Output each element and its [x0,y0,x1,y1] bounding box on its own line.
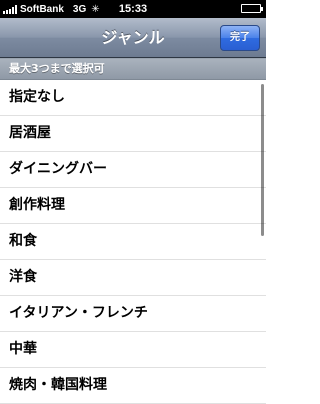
list-item[interactable]: 洋食 [0,260,266,296]
list-item[interactable]: 中華 [0,332,266,368]
status-bar: SoftBank 3G ✳ 15:33 [0,0,266,18]
list-item[interactable]: 居酒屋 [0,116,266,152]
status-time: 15:33 [118,3,148,15]
scroll-indicator [261,84,264,236]
navigation-bar: ジャンル 完了 [0,18,266,58]
section-header: 最大3つまで選択可 [0,58,266,80]
list-item[interactable]: 指定なし [0,80,266,116]
done-button[interactable]: 完了 [220,25,260,51]
list-item[interactable]: イタリアン・フレンチ [0,296,266,332]
list-item[interactable]: ダイニングバー [0,152,266,188]
battery-icon [241,4,263,13]
list-item[interactable]: 和食 [0,224,266,260]
genre-list: 指定なし 居酒屋 ダイニングバー 創作料理 和食 洋食 イタリアン・フレンチ 中華 焼肉・韓国料… [0,80,266,404]
list-item[interactable]: 創作料理 [0,188,266,224]
list-item[interactable]: 焼肉・韓国料理 [0,368,266,404]
